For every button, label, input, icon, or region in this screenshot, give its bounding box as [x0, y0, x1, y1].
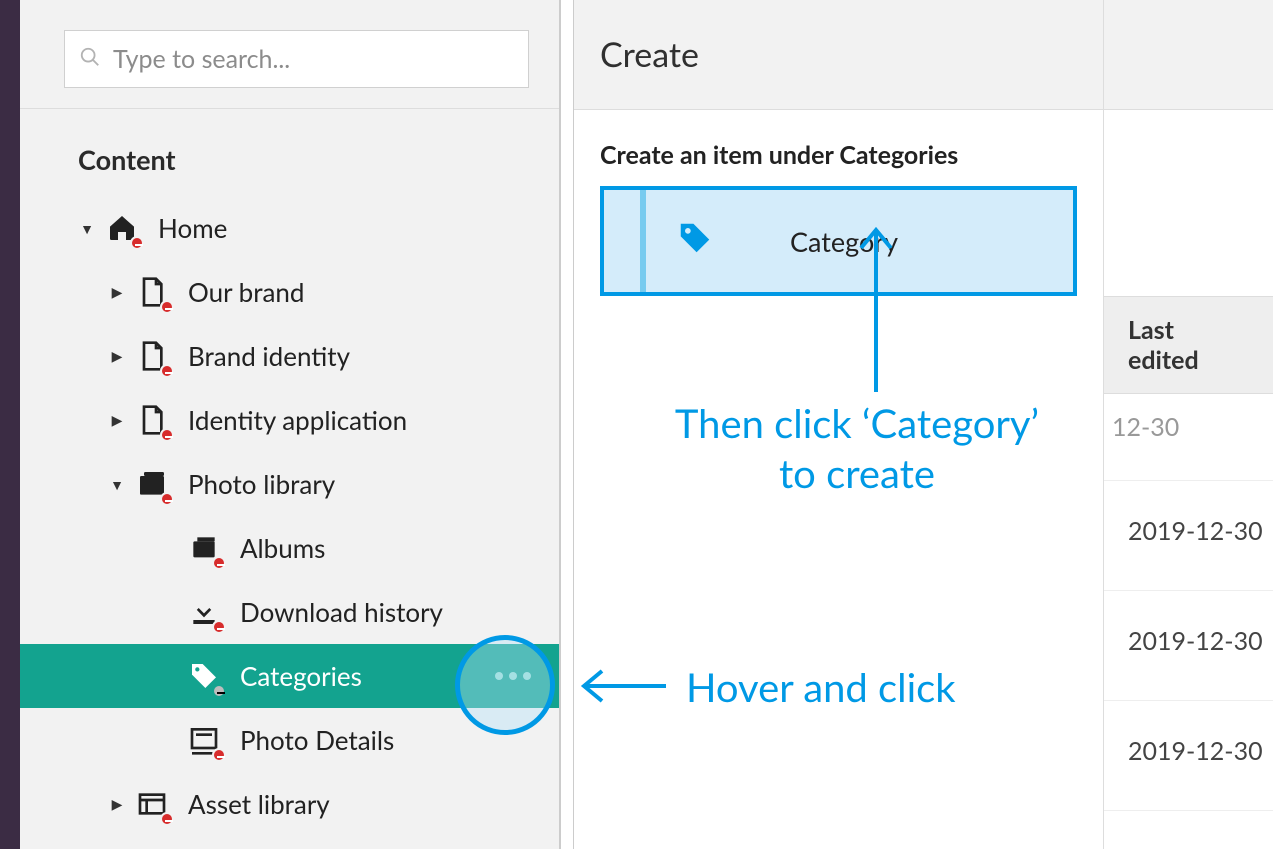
search-icon: [79, 44, 111, 74]
album-icon: [186, 530, 222, 566]
page-icon: [134, 274, 170, 310]
date-cell: 12-30: [1112, 412, 1179, 442]
tree-item-label: Categories: [240, 660, 362, 692]
more-actions-button[interactable]: [495, 672, 531, 680]
page-icon: [134, 338, 170, 374]
date-cell: 2019-12-30: [1128, 626, 1263, 656]
download-icon: [186, 594, 222, 630]
tree-item-label: Home: [158, 212, 227, 244]
tree-item-label: Brand identity: [188, 340, 350, 372]
tree-item-our-brand[interactable]: ▶ Our brand: [20, 260, 559, 324]
splitter[interactable]: [560, 0, 574, 849]
caret-right-icon: ▶: [108, 347, 126, 365]
tree-item-categories[interactable]: Categories: [20, 644, 559, 708]
caret-right-icon: ▶: [108, 795, 126, 813]
content-tree: ▼ Home ▶ Our brand ▶: [20, 196, 559, 836]
app-left-strip: [0, 0, 20, 849]
content-table-partial: Last edited 12-30 2019-12-30 2019-12-30 …: [1104, 0, 1273, 849]
caret-right-icon: ▶: [108, 411, 126, 429]
option-label: Category: [790, 225, 898, 258]
tree-item-label: Photo library: [188, 468, 335, 500]
tree-item-albums[interactable]: Albums: [20, 516, 559, 580]
create-option-category[interactable]: Category: [600, 186, 1077, 296]
create-panel: Create Create an item under Categories C…: [574, 0, 1104, 849]
date-cell: 2019-12-30: [1128, 516, 1263, 546]
tree-item-asset-library[interactable]: ▶ Asset library: [20, 772, 559, 836]
tree-item-identity-application[interactable]: ▶ Identity application: [20, 388, 559, 452]
tree-item-label: Albums: [240, 532, 325, 564]
search-box[interactable]: [64, 30, 529, 88]
page-icon: [134, 402, 170, 438]
search-input[interactable]: [111, 43, 514, 75]
tree-item-home[interactable]: ▼ Home: [20, 196, 559, 260]
gallery-icon: [134, 466, 170, 502]
tree-item-label: Download history: [240, 596, 443, 628]
caret-down-icon: ▼: [78, 220, 96, 237]
section-label-content: Content: [20, 109, 559, 196]
tree-item-label: Our brand: [188, 276, 305, 308]
tree-item-download-history[interactable]: Download history: [20, 580, 559, 644]
details-icon: [186, 722, 222, 758]
home-icon: [104, 210, 140, 246]
panel-title: Create: [574, 0, 1103, 110]
tree-item-brand-identity[interactable]: ▶ Brand identity: [20, 324, 559, 388]
tree-item-label: Asset library: [188, 788, 330, 820]
sidebar: Content ▼ Home ▶ Our brand: [20, 0, 560, 849]
caret-right-icon: ▶: [108, 283, 126, 301]
tree-item-label: Identity application: [188, 404, 407, 436]
library-icon: [134, 786, 170, 822]
caret-down-icon: ▼: [108, 476, 126, 493]
tree-item-photo-library[interactable]: ▼ Photo library: [20, 452, 559, 516]
tag-icon: [186, 658, 222, 694]
panel-subtitle: Create an item under Categories: [600, 140, 1077, 170]
tree-item-photo-details[interactable]: Photo Details: [20, 708, 559, 772]
date-cell: 2019-12-30: [1128, 736, 1263, 766]
tree-item-label: Photo Details: [240, 724, 394, 756]
tag-icon: [676, 219, 790, 263]
